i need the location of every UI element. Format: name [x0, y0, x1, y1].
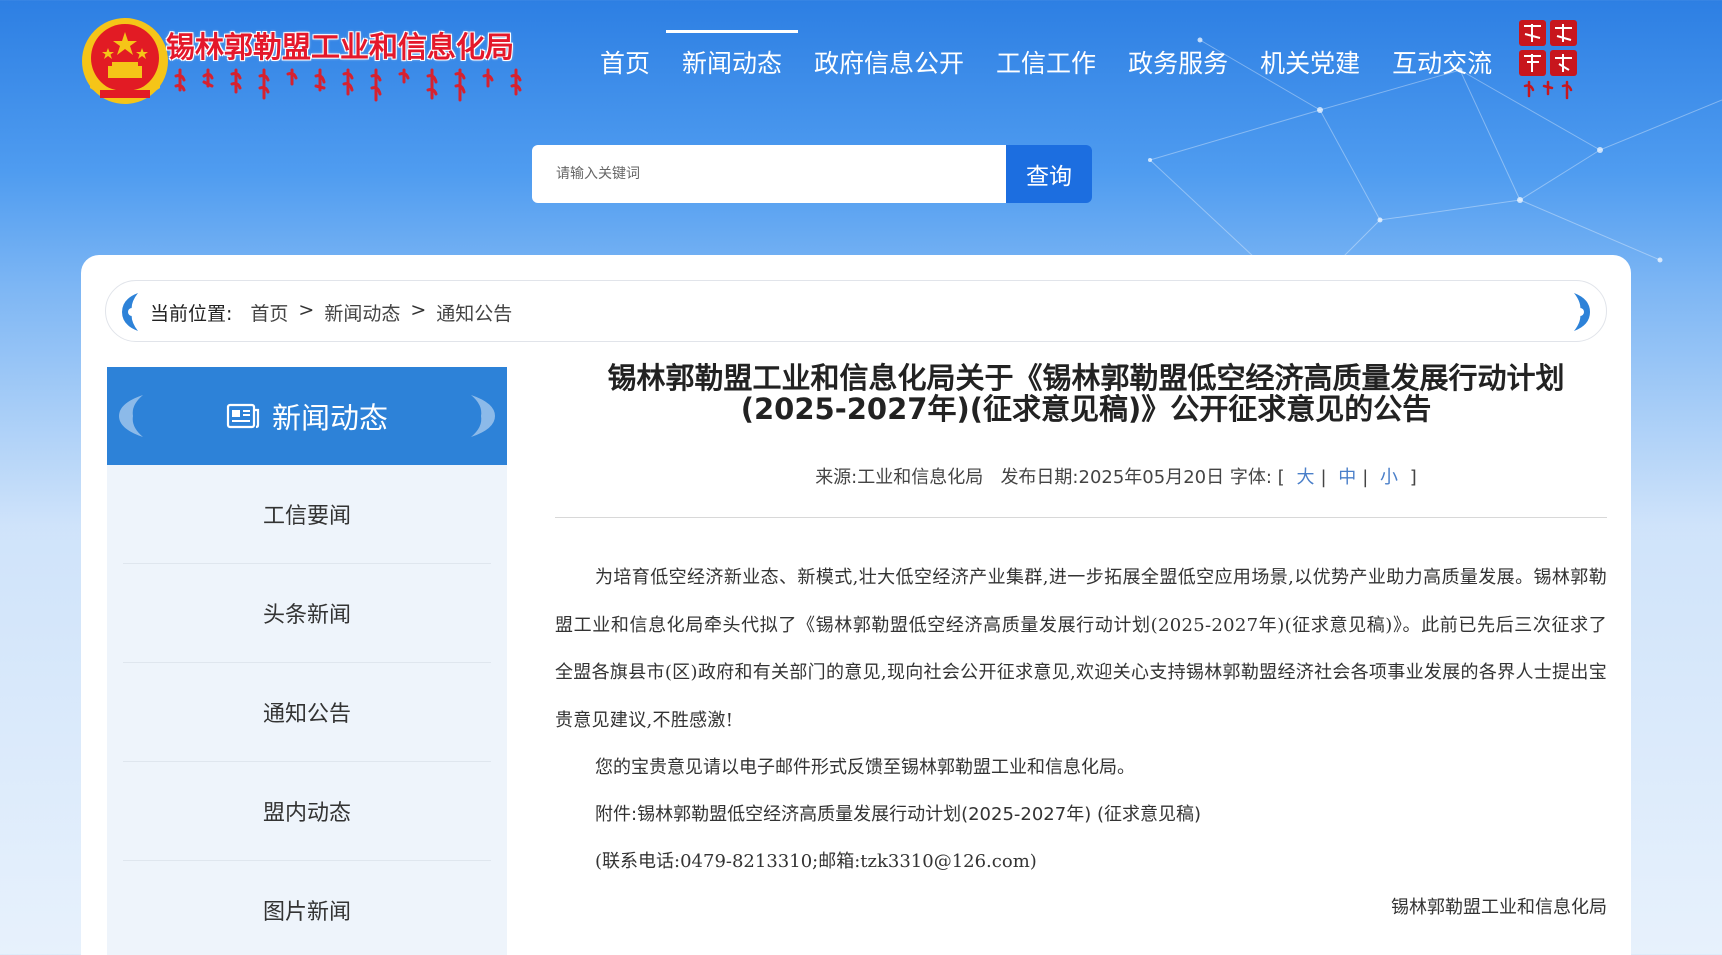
- sidebar: 新闻动态 工信要闻 头条新闻 通知公告 盟内动态 图片新闻: [107, 367, 507, 955]
- calligraphy-seal-icon: [1519, 20, 1577, 100]
- breadcrumb-news[interactable]: 新闻动态: [324, 299, 400, 326]
- content-panel: 当前位置: 首页 > 新闻动态 > 通知公告 新闻动态 工信要闻 头条新闻 通知…: [81, 255, 1631, 955]
- sidebar-item-league-news[interactable]: 盟内动态: [123, 762, 491, 861]
- bracket-open: [: [1277, 467, 1285, 488]
- nav-item-home[interactable]: 首页: [584, 30, 666, 90]
- sidebar-header: 新闻动态: [107, 367, 507, 465]
- emblem-logo-icon[interactable]: [80, 16, 170, 106]
- sidebar-item-industry-news[interactable]: 工信要闻: [123, 465, 491, 564]
- font-size-label: 字体:: [1229, 467, 1272, 488]
- nav-item-party-building[interactable]: 机关党建: [1244, 30, 1376, 90]
- sidebar-item-headlines[interactable]: 头条新闻: [123, 564, 491, 663]
- breadcrumb-home[interactable]: 首页: [250, 299, 288, 326]
- nav-item-gov-info[interactable]: 政府信息公开: [798, 30, 980, 90]
- search-bar: 查询: [532, 145, 1092, 203]
- attachment-link[interactable]: 锡林郭勒盟低空经济高质量发展行动计划(2025-2027年) (征求意见稿): [637, 804, 1201, 825]
- ornament-right-icon: [1574, 293, 1590, 331]
- main-nav: 首页 新闻动态 政府信息公开 工信工作 政务服务 机关党建 互动交流: [584, 30, 1508, 90]
- article-meta: 来源:工业和信息化局 发布日期:2025年05月20日 字体: [ 大 | 中 | …: [815, 467, 1417, 488]
- article-paragraph-1: 为培育低空经济新业态、新模式,壮大低空经济产业集群,进一步拓展全盟低空应用场景,…: [555, 567, 1607, 731]
- search-input[interactable]: [532, 145, 1006, 203]
- ornament-icon: [119, 395, 143, 437]
- breadcrumb-bar: 当前位置: 首页 > 新闻动态 > 通知公告: [105, 280, 1607, 342]
- breadcrumb-label: 当前位置:: [150, 303, 233, 325]
- site-header: 锡林郭勒盟工业和信息化局 首页 新闻动态 政府信息公开 工信工作 政务服务 机关…: [0, 0, 1722, 120]
- attachment-line: 附件:锡林郭勒盟低空经济高质量发展行动计划(2025-2027年) (征求意见稿…: [555, 791, 1607, 839]
- breadcrumb-separator: >: [410, 299, 427, 321]
- bracket-close: ]: [1409, 467, 1417, 488]
- breadcrumb-separator: >: [298, 299, 315, 321]
- nav-item-industry-work[interactable]: 工信工作: [980, 30, 1112, 90]
- font-size-small-button[interactable]: 小: [1380, 467, 1398, 488]
- article-source: 来源:工业和信息化局: [815, 467, 984, 488]
- ornament-icon: [471, 395, 495, 437]
- breadcrumb: 当前位置: 首页 > 新闻动态 > 通知公告: [150, 299, 512, 326]
- nav-item-news[interactable]: 新闻动态: [666, 30, 799, 90]
- article-title-line-1: 锡林郭勒盟工业和信息化局关于《锡林郭勒盟低空经济高质量发展行动计划: [607, 361, 1565, 395]
- font-size-large-button[interactable]: 大: [1296, 467, 1314, 488]
- divider: [555, 517, 1607, 518]
- article-title: 锡林郭勒盟工业和信息化局关于《锡林郭勒盟低空经济高质量发展行动计划 (2025-…: [555, 363, 1607, 425]
- newspaper-icon: [226, 403, 260, 429]
- article-date: 发布日期:2025年05月20日: [1000, 467, 1225, 488]
- site-title[interactable]: 锡林郭勒盟工业和信息化局: [166, 24, 514, 66]
- nav-item-interaction[interactable]: 互动交流: [1376, 30, 1508, 90]
- mongolian-script-title: [174, 68, 522, 102]
- search-button[interactable]: 查询: [1006, 145, 1092, 203]
- attachment-label: 附件:: [595, 804, 638, 825]
- sidebar-item-notices[interactable]: 通知公告: [123, 663, 491, 762]
- breadcrumb-notices[interactable]: 通知公告: [436, 299, 512, 326]
- article-title-line-2: (2025-2027年)(征求意见稿)》公开征求意见的公告: [740, 392, 1432, 426]
- contact-info: (联系电话:0479-8213310;邮箱:tzk3310@126.com): [595, 851, 1037, 872]
- ornament-left-icon: [122, 293, 138, 331]
- article-paragraph-2: 您的宝贵意见请以电子邮件形式反馈至锡林郭勒盟工业和信息化局。: [595, 757, 1135, 778]
- font-size-medium-button[interactable]: 中: [1338, 467, 1356, 488]
- sidebar-item-photo-news[interactable]: 图片新闻: [123, 861, 491, 955]
- nav-item-gov-services[interactable]: 政务服务: [1112, 30, 1244, 90]
- article: 锡林郭勒盟工业和信息化局关于《锡林郭勒盟低空经济高质量发展行动计划 (2025-…: [555, 363, 1607, 931]
- article-signature: 锡林郭勒盟工业和信息化局: [1391, 897, 1607, 918]
- sidebar-title: 新闻动态: [271, 401, 388, 435]
